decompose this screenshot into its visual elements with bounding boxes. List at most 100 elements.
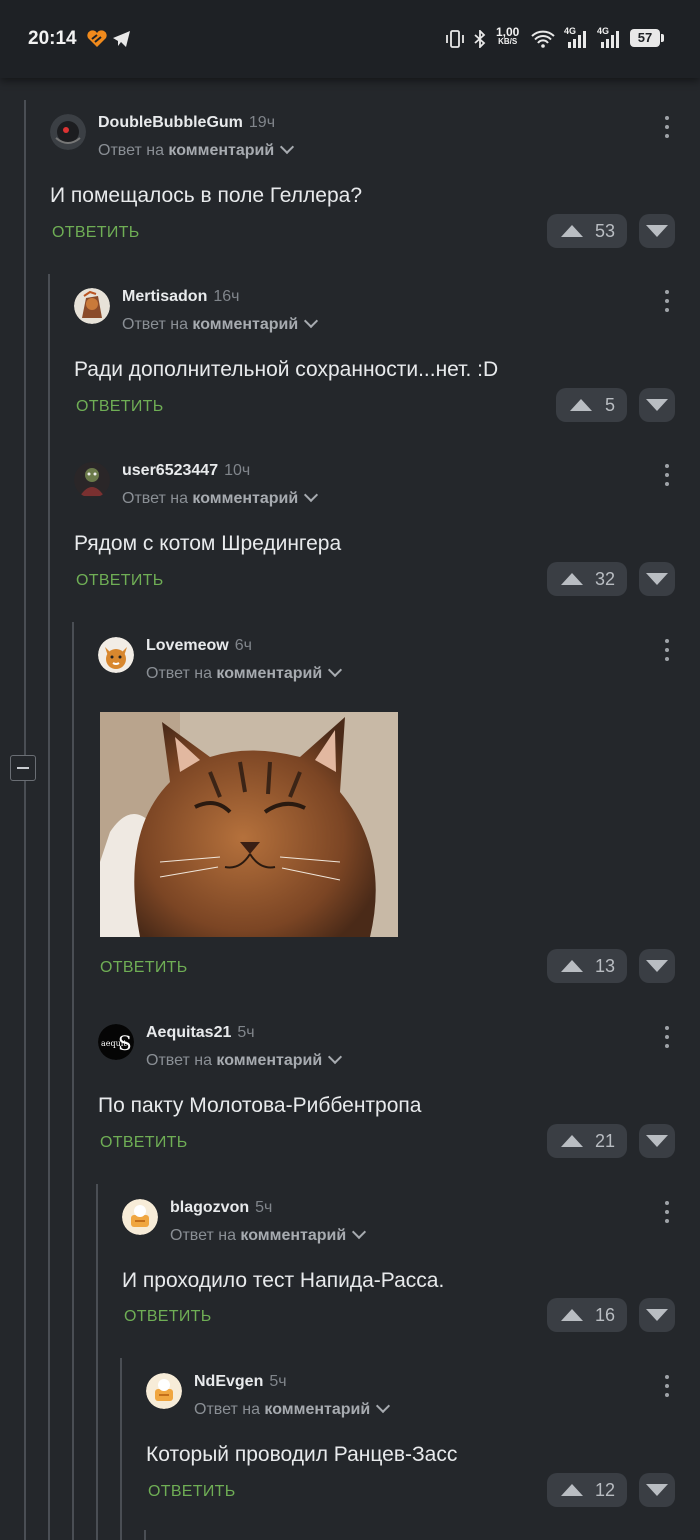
- collapse-thread-button[interactable]: [10, 755, 36, 781]
- comment-time: 5ч: [237, 1024, 255, 1041]
- reply-to-link[interactable]: Ответ на комментарий: [122, 313, 319, 334]
- arrow-down-icon: [646, 1309, 668, 1321]
- author-name[interactable]: blagozvon 5ч: [170, 1199, 272, 1217]
- reply-button[interactable]: ОТВЕТИТЬ: [100, 1134, 188, 1152]
- upvote-button[interactable]: 21: [547, 1124, 627, 1158]
- vote-count: 21: [594, 1131, 615, 1151]
- arrow-down-icon: [646, 573, 668, 585]
- more-options-icon[interactable]: [664, 290, 670, 314]
- arrow-down-icon: [646, 225, 668, 237]
- more-options-icon[interactable]: [664, 464, 670, 488]
- more-options-icon[interactable]: [664, 639, 670, 663]
- thread-line[interactable]: [72, 622, 74, 1540]
- comment-text: По пакту Молотова-Риббентропа: [98, 1094, 422, 1117]
- more-options-icon[interactable]: [664, 1375, 670, 1399]
- downvote-button[interactable]: [639, 949, 675, 983]
- avatar[interactable]: [146, 1373, 182, 1409]
- vote-count: 5: [604, 395, 615, 415]
- author-name[interactable]: user6523447 10ч: [122, 462, 250, 480]
- thread-line[interactable]: [120, 1358, 122, 1540]
- downvote-button[interactable]: [639, 214, 675, 248]
- upvote-button[interactable]: 53: [547, 214, 627, 248]
- avatar[interactable]: aequit S: [98, 1024, 134, 1060]
- arrow-up-icon: [561, 1484, 583, 1496]
- avatar[interactable]: [74, 462, 110, 498]
- reply-button[interactable]: ОТВЕТИТЬ: [76, 398, 164, 416]
- reply-button[interactable]: ОТВЕТИТЬ: [76, 572, 164, 590]
- chevron-down-icon: [352, 1224, 367, 1240]
- author-name[interactable]: NdEvgen 5ч: [194, 1373, 287, 1391]
- arrow-up-icon: [570, 399, 592, 411]
- signal-icon: [568, 31, 586, 48]
- avatar[interactable]: [50, 114, 86, 150]
- author-name[interactable]: DoubleBubbleGum 19ч: [98, 114, 275, 132]
- reply-button[interactable]: ОТВЕТИТЬ: [100, 959, 188, 977]
- comment-text: И проходило тест Напида-Расса.: [122, 1269, 445, 1292]
- reply-to-link[interactable]: Ответ на комментарий: [146, 662, 343, 683]
- comment-text: И помещалось в поле Геллера?: [50, 184, 363, 207]
- thread-line[interactable]: [144, 1530, 146, 1540]
- thread-line[interactable]: [48, 274, 50, 1540]
- downvote-button[interactable]: [639, 1473, 675, 1507]
- arrow-down-icon: [646, 1484, 668, 1496]
- reply-button[interactable]: ОТВЕТИТЬ: [124, 1308, 212, 1326]
- vibrate-icon: [446, 30, 464, 48]
- upvote-button[interactable]: 5: [556, 388, 627, 422]
- author-name[interactable]: Lovemeow 6ч: [146, 637, 252, 655]
- status-bar: 20:14 1,00 KB/S 4G 4G 57: [0, 0, 700, 78]
- reply-button[interactable]: ОТВЕТИТЬ: [148, 1483, 236, 1501]
- reply-to-link[interactable]: Ответ на комментарий: [194, 1398, 391, 1419]
- more-options-icon[interactable]: [664, 1026, 670, 1050]
- chevron-down-icon: [328, 662, 343, 678]
- arrow-down-icon: [646, 399, 668, 411]
- arrow-up-icon: [561, 573, 583, 585]
- arrow-up-icon: [561, 1135, 583, 1147]
- more-options-icon[interactable]: [664, 116, 670, 140]
- avatar[interactable]: [74, 288, 110, 324]
- reply-to-link[interactable]: Ответ на комментарий: [98, 139, 295, 160]
- battery-icon: 57: [630, 29, 664, 47]
- avatar[interactable]: [98, 637, 134, 673]
- signal-icon: [601, 31, 619, 48]
- comment-time: 10ч: [224, 462, 251, 479]
- orange-app-icon: [87, 30, 107, 47]
- downvote-button[interactable]: [639, 562, 675, 596]
- chevron-down-icon: [328, 1049, 343, 1065]
- upvote-button[interactable]: 13: [547, 949, 627, 983]
- thread-line[interactable]: [24, 100, 26, 1540]
- downvote-button[interactable]: [639, 388, 675, 422]
- vote-count: 16: [594, 1305, 615, 1325]
- vote-count: 13: [594, 956, 615, 976]
- reply-button[interactable]: ОТВЕТИТЬ: [52, 224, 140, 242]
- arrow-down-icon: [646, 960, 668, 972]
- comment-time: 16ч: [213, 288, 240, 305]
- upvote-button[interactable]: 16: [547, 1298, 627, 1332]
- comment-text: Ради дополнительной сохранности...нет. :…: [74, 358, 499, 381]
- arrow-down-icon: [646, 1135, 668, 1147]
- arrow-up-icon: [561, 960, 583, 972]
- chevron-down-icon: [304, 313, 319, 329]
- avatar[interactable]: [122, 1199, 158, 1235]
- comment-time: 19ч: [248, 114, 276, 131]
- reply-to-link[interactable]: Ответ на комментарий: [122, 487, 319, 508]
- status-time: 20:14: [28, 28, 77, 49]
- author-name[interactable]: Aequitas21 5ч: [146, 1024, 255, 1042]
- upvote-button[interactable]: 32: [547, 562, 627, 596]
- upvote-button[interactable]: 12: [547, 1473, 627, 1507]
- arrow-up-icon: [561, 1309, 583, 1321]
- reply-to-link[interactable]: Ответ на комментарий: [170, 1224, 367, 1245]
- more-options-icon[interactable]: [664, 1201, 670, 1225]
- downvote-button[interactable]: [639, 1298, 675, 1332]
- author-name[interactable]: Mertisadon 16ч: [122, 288, 239, 306]
- vote-count: 12: [594, 1480, 615, 1500]
- reply-to-link[interactable]: Ответ на комментарий: [146, 1049, 343, 1070]
- comment-text: Рядом с котом Шредингера: [74, 532, 342, 555]
- cat-photo[interactable]: [100, 712, 398, 937]
- wifi-icon: [531, 30, 555, 48]
- downvote-button[interactable]: [639, 1124, 675, 1158]
- thread-line[interactable]: [96, 1184, 98, 1540]
- vote-count: 32: [594, 569, 615, 589]
- network-speed: 1,00 KB/S: [496, 25, 520, 46]
- chevron-down-icon: [304, 487, 319, 503]
- comment-time: 5ч: [255, 1199, 273, 1216]
